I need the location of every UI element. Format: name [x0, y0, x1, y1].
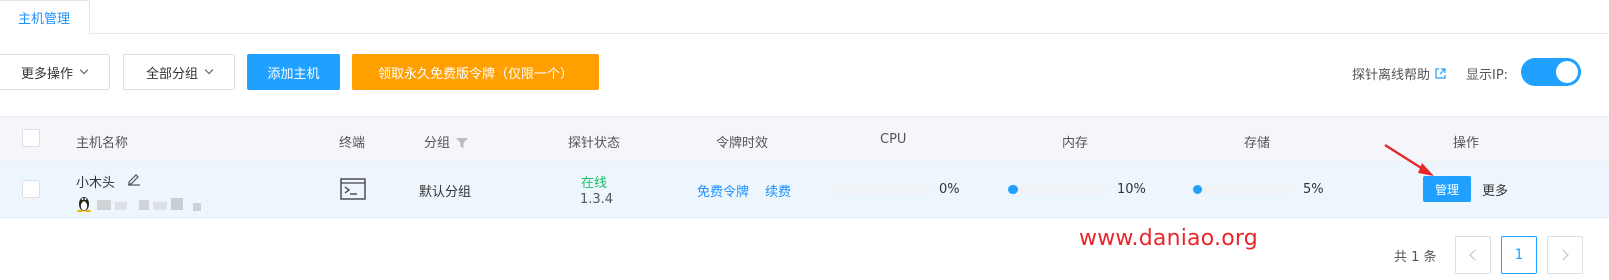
- total-count: 共 1 条: [1394, 250, 1437, 265]
- free-token-link[interactable]: 免费令牌: [697, 181, 749, 200]
- column-memory: 内存: [1062, 136, 1089, 151]
- tab-bar: 主机管理: [0, 0, 1609, 35]
- renew-link[interactable]: 续费: [765, 181, 791, 200]
- tab-host-management[interactable]: 主机管理: [0, 0, 90, 35]
- storage-usage-bar: [1193, 185, 1293, 194]
- ip-address-blurred: [97, 198, 205, 212]
- show-ip-toggle[interactable]: [1521, 58, 1581, 86]
- select-all-checkbox[interactable]: [22, 129, 40, 147]
- memory-usage-fill: [1008, 185, 1018, 194]
- free-token-button[interactable]: 领取永久免费版令牌（仅限一个）: [352, 54, 599, 90]
- next-page-button[interactable]: [1547, 236, 1583, 274]
- cpu-usage-text: 0%: [939, 182, 960, 197]
- page-number-button[interactable]: 1: [1501, 236, 1537, 274]
- more-operations-label: 更多操作: [20, 66, 73, 82]
- column-host-name: 主机名称: [76, 136, 129, 151]
- chevron-left-icon: [1469, 249, 1481, 261]
- group-value: 默认分组: [419, 185, 472, 200]
- add-host-button[interactable]: 添加主机: [247, 54, 340, 90]
- chevron-down-icon: [204, 65, 214, 75]
- toggle-knob: [1556, 61, 1578, 83]
- chevron-right-icon: [1557, 249, 1569, 261]
- probe-version: 1.3.4: [580, 192, 614, 207]
- watermark-text: www.daniao.org: [1079, 226, 1258, 251]
- more-operations-dropdown[interactable]: 更多操作: [0, 54, 110, 90]
- linux-penguin-icon: [76, 194, 92, 216]
- table-row: 小木头 默认分组 在线 1.3.4 免费令牌 续费 0% 10% 5% 更多: [0, 162, 1609, 218]
- storage-usage-fill: [1193, 185, 1202, 194]
- column-group: 分组: [424, 136, 451, 151]
- column-terminal: 终端: [339, 136, 366, 151]
- edit-icon[interactable]: [127, 172, 141, 190]
- memory-usage-text: 10%: [1117, 182, 1146, 197]
- host-name: 小木头: [76, 176, 116, 191]
- cpu-usage-bar: [831, 185, 931, 194]
- column-cpu: CPU: [880, 132, 907, 147]
- table-header: 主机名称 终端 分组 探针状态 令牌时效 CPU 内存 存储 操作: [0, 116, 1609, 162]
- probe-offline-help-link[interactable]: 探针离线帮助: [1352, 64, 1446, 83]
- help-label: 探针离线帮助: [1352, 68, 1431, 83]
- column-actions: 操作: [1453, 136, 1480, 151]
- group-filter-label: 全部分组: [145, 66, 198, 82]
- storage-usage-text: 5%: [1303, 182, 1324, 197]
- external-link-icon: [1435, 68, 1446, 79]
- annotation-arrow-icon: [1382, 142, 1438, 182]
- column-probe-status: 探针状态: [568, 136, 621, 151]
- show-ip-label: 显示IP:: [1466, 68, 1509, 83]
- column-storage: 存储: [1244, 136, 1271, 151]
- column-token-validity: 令牌时效: [716, 136, 769, 151]
- row-checkbox[interactable]: [22, 180, 40, 198]
- memory-usage-bar: [1008, 185, 1108, 194]
- probe-status-online: 在线: [581, 176, 608, 191]
- filter-icon[interactable]: [456, 137, 468, 152]
- terminal-icon[interactable]: [340, 178, 366, 204]
- chevron-down-icon: [79, 65, 89, 75]
- group-filter-dropdown[interactable]: 全部分组: [123, 54, 235, 90]
- more-actions-link[interactable]: 更多: [1482, 180, 1508, 199]
- prev-page-button[interactable]: [1455, 236, 1491, 274]
